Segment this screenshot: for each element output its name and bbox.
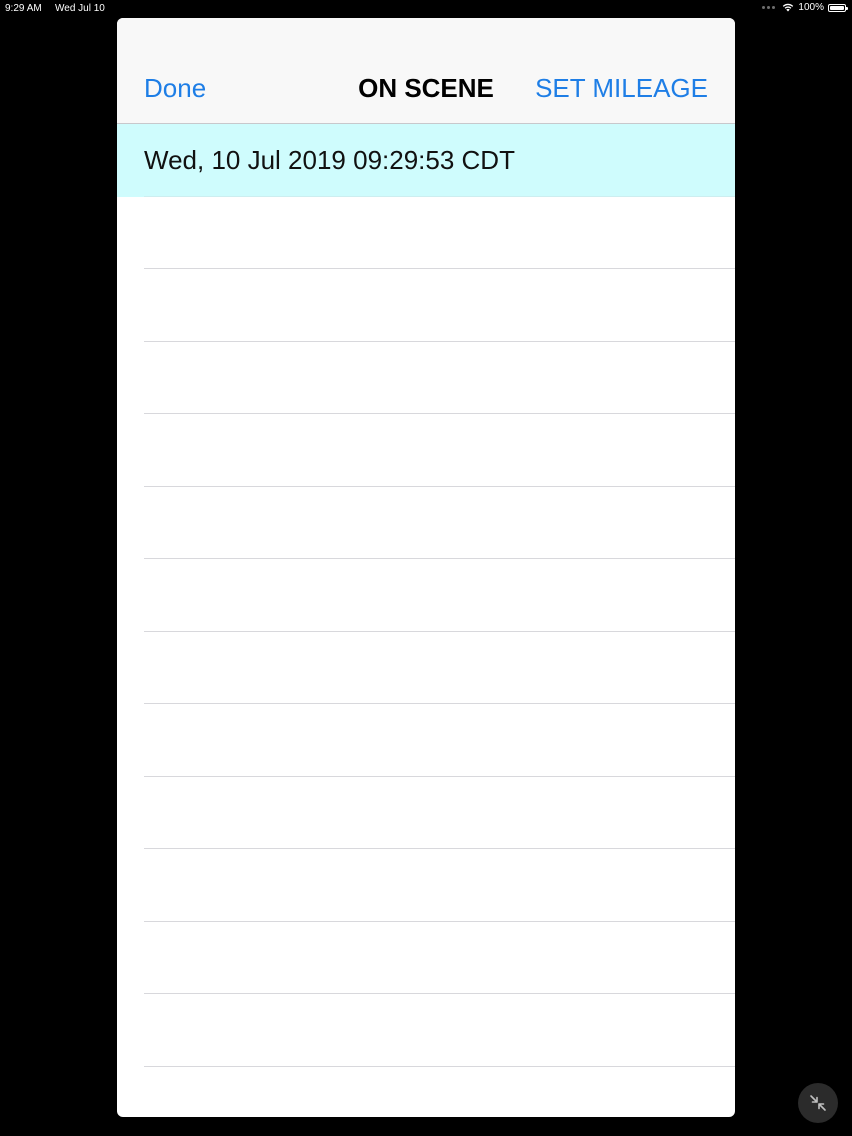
table-row[interactable] — [117, 342, 735, 415]
battery-icon — [828, 3, 848, 12]
arrows-collapse-icon — [808, 1093, 828, 1113]
page-title: ON SCENE — [358, 73, 494, 103]
wifi-icon — [782, 3, 794, 12]
status-time: 9:29 AM — [5, 3, 42, 14]
status-bar: 9:29 AM Wed Jul 10 100% — [0, 0, 852, 18]
table-row[interactable] — [117, 994, 735, 1067]
timestamp-label: Wed, 10 Jul 2019 09:29:53 CDT — [144, 145, 515, 175]
done-button[interactable]: Done — [144, 73, 206, 104]
table-row[interactable] — [117, 269, 735, 342]
table-row[interactable] — [117, 704, 735, 777]
table-row[interactable] — [117, 849, 735, 922]
signal-dots-icon — [762, 6, 776, 9]
set-mileage-button[interactable]: SET MILEAGE — [535, 73, 708, 104]
table-row[interactable]: Wed, 10 Jul 2019 09:29:53 CDT — [117, 124, 735, 197]
navigation-bar: Done ON SCENE SET MILEAGE — [117, 18, 735, 124]
on-scene-sheet: Done ON SCENE SET MILEAGE Wed, 10 Jul 20… — [117, 18, 735, 1117]
table-row[interactable] — [117, 632, 735, 705]
screen: 9:29 AM Wed Jul 10 100% Done ON SCENE SE… — [0, 0, 852, 1136]
table-row[interactable] — [117, 197, 735, 270]
table-row[interactable] — [117, 922, 735, 995]
table-row[interactable] — [117, 1067, 735, 1118]
table-row[interactable] — [117, 414, 735, 487]
minimize-button[interactable] — [798, 1083, 838, 1123]
status-indicators: 100% — [762, 2, 848, 13]
table-row[interactable] — [117, 487, 735, 560]
status-date: Wed Jul 10 — [55, 3, 105, 14]
timestamp-table: Wed, 10 Jul 2019 09:29:53 CDT — [117, 124, 735, 1117]
table-row[interactable] — [117, 777, 735, 850]
table-row[interactable] — [117, 559, 735, 632]
battery-percent: 100% — [798, 2, 824, 13]
